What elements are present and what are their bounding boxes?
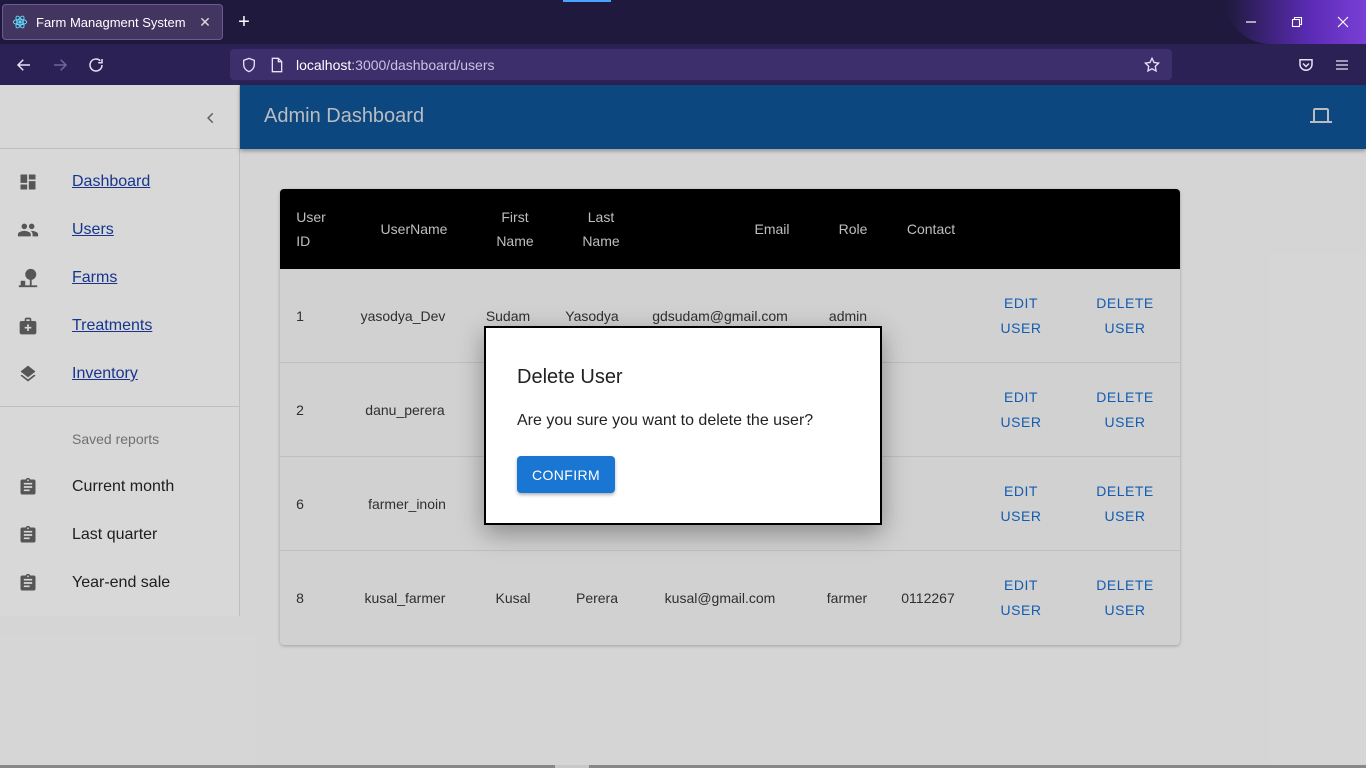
page-icon [268,56,286,74]
address-bar[interactable]: localhost:3000/dashboard/users [230,49,1172,80]
dialog-title: Delete User [517,366,623,388]
shield-icon[interactable] [240,56,258,74]
browser-tab[interactable]: Farm Managment System ✕ [2,4,223,40]
url-host: localhost [296,56,352,73]
react-icon [12,14,28,30]
browser-nav-bar: localhost:3000/dashboard/users [0,44,1366,85]
delete-user-dialog: Delete User Are you sure you want to del… [484,326,882,525]
forward-icon[interactable] [48,53,72,77]
tab-accent-line [563,0,611,2]
close-tab-icon[interactable]: ✕ [197,14,213,30]
reload-icon[interactable] [84,53,108,77]
confirm-button[interactable]: CONFIRM [517,456,615,493]
menu-icon[interactable] [1330,53,1354,77]
restore-icon[interactable] [1285,10,1309,34]
minimize-icon[interactable] [1239,10,1263,34]
url-text[interactable]: localhost:3000/dashboard/users [296,57,494,73]
back-icon[interactable] [12,53,36,77]
url-path: :3000/dashboard/users [351,56,495,73]
dialog-message: Are you sure you want to delete the user… [517,412,814,429]
new-tab-icon[interactable]: + [234,12,254,32]
tab-title: Farm Managment System [36,14,186,30]
pocket-icon[interactable] [1294,53,1318,77]
browser-tab-bar: Farm Managment System ✕ + [0,0,1366,44]
close-window-icon[interactable] [1331,10,1355,34]
bookmark-star-icon[interactable] [1142,55,1162,75]
